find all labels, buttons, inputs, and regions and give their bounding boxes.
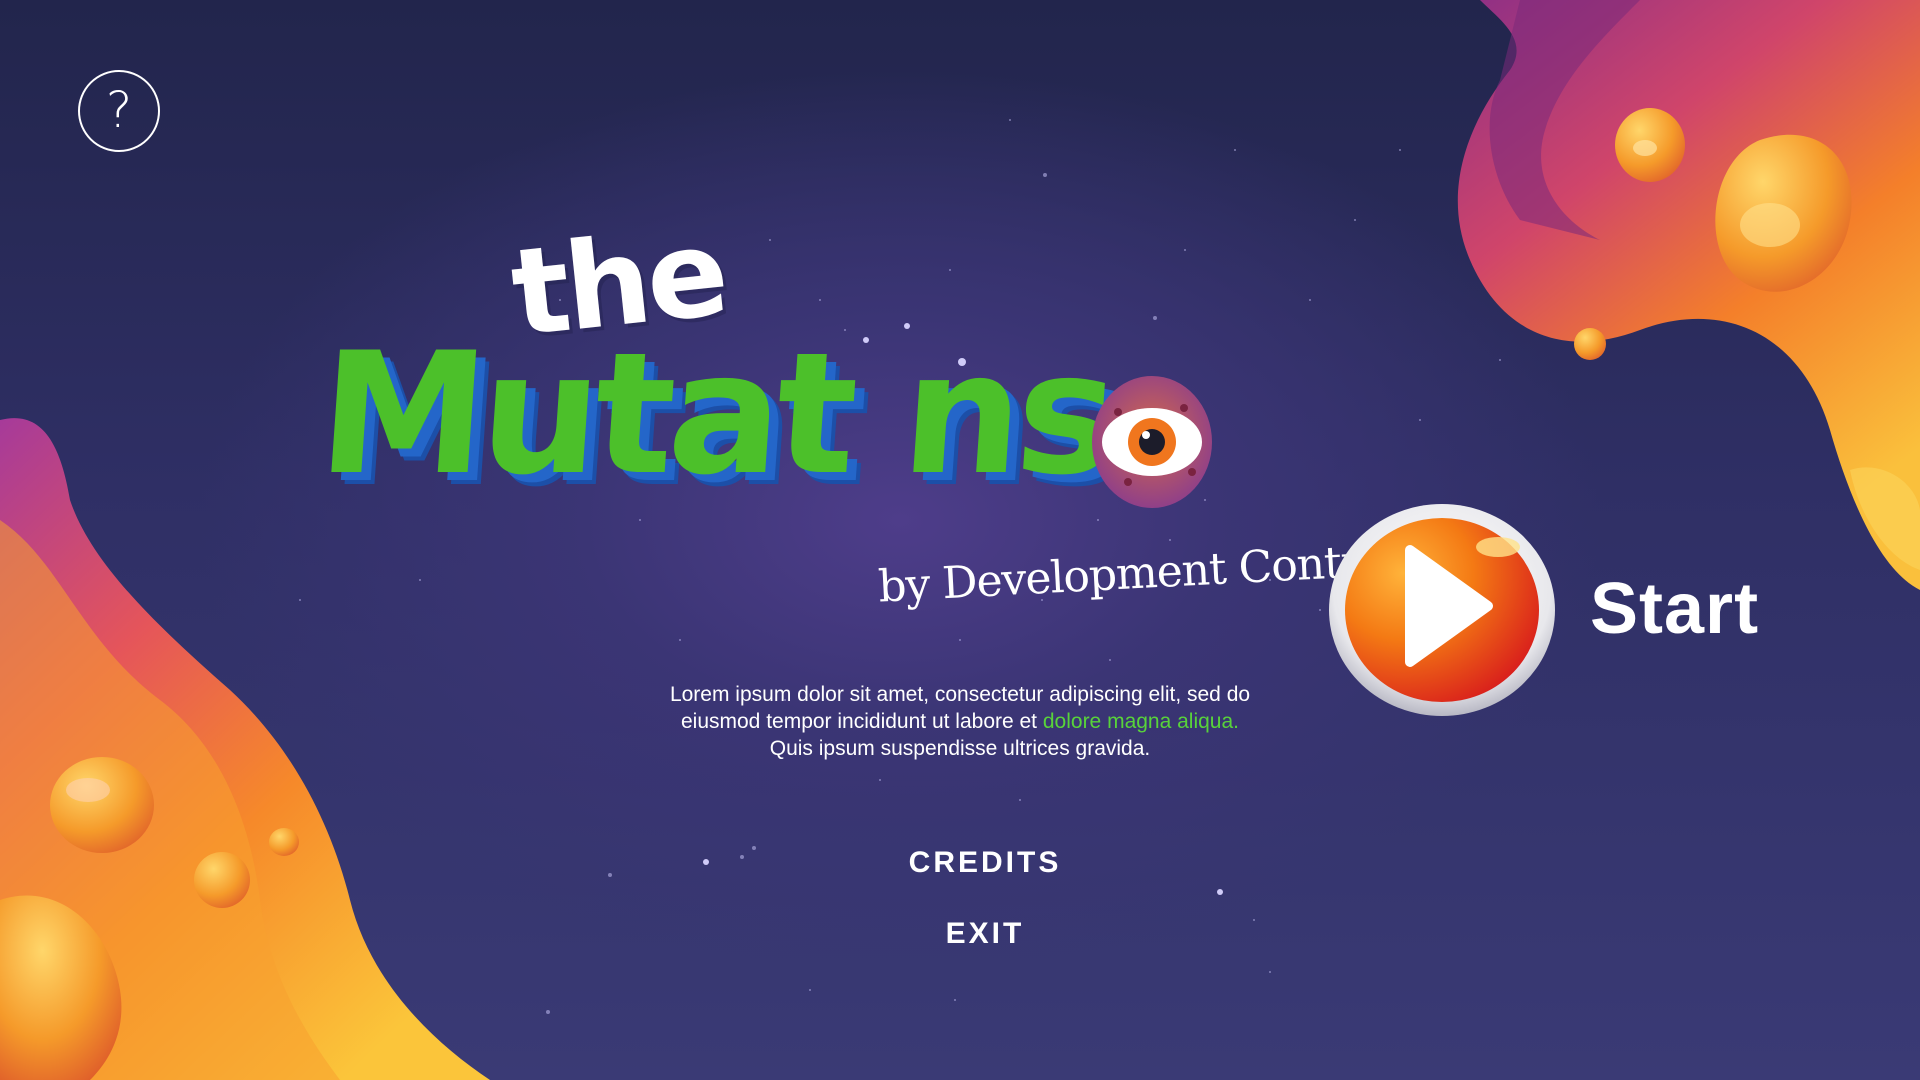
game-title: Mutat ns — [313, 316, 1118, 512]
credits-button[interactable]: CREDITS — [860, 846, 1110, 880]
main-menu-screen: ? the Mutat ns by Development Control Lo… — [0, 0, 1920, 1080]
monster-eye-icon — [1092, 376, 1212, 508]
description-line-2-text: eiusmod tempor incididunt ut labore et — [680, 710, 1043, 733]
exit-button[interactable]: EXIT — [860, 917, 1110, 951]
game-description: Lorem ipsum dolor sit amet, consectetur … — [610, 681, 1310, 762]
description-line-2: eiusmod tempor incididunt ut labore et d… — [610, 708, 1310, 735]
description-line-1: Lorem ipsum dolor sit amet, consectetur … — [669, 683, 1251, 706]
description-line-3: Quis ipsum suspendisse ultrices gravida. — [769, 737, 1151, 760]
start-play-button[interactable] — [1328, 502, 1556, 718]
start-label[interactable]: Start — [1590, 568, 1759, 650]
help-button[interactable]: ? — [78, 70, 160, 152]
description-highlight: dolore magna aliqua. — [1042, 710, 1239, 733]
question-circle-icon: ? — [105, 81, 133, 139]
